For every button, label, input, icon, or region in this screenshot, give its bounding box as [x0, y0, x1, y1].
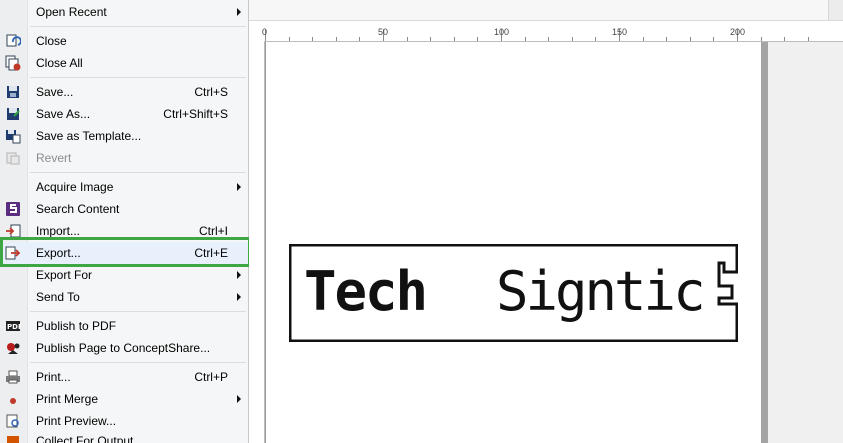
menu-item-label: Save... [36, 85, 74, 99]
submenu-arrow-icon [237, 183, 241, 191]
toolbar-scroll-end[interactable] [828, 0, 843, 20]
menu-item-label: Acquire Image [36, 180, 114, 194]
revert-icon [5, 150, 21, 166]
menu-item-acquire-image[interactable]: Acquire Image [0, 176, 248, 198]
menu-separator [30, 77, 246, 78]
top-toolbar-strip [249, 0, 843, 21]
menu-item-label: Print Merge [36, 392, 99, 406]
menu-item-send-to[interactable]: Send To [0, 286, 248, 308]
ruler-minor-tick [548, 37, 549, 41]
ruler-label: 50 [378, 27, 389, 37]
ruler-minor-tick [784, 37, 785, 41]
ruler-minor-tick [595, 37, 596, 41]
menu-item-shortcut: Ctrl+Shift+S [163, 107, 228, 121]
menu-item-print-preview[interactable]: Print Preview... [0, 410, 248, 432]
menu-item-label: Publish to PDF [36, 319, 117, 333]
ruler-minor-tick [407, 37, 408, 41]
menu-item-label: Send To [36, 290, 80, 304]
submenu-arrow-icon [237, 293, 241, 301]
menu-item-save-as[interactable]: Save As... Ctrl+Shift+S [0, 103, 248, 125]
menu-item-label: Save As... [36, 107, 91, 121]
collect-output-icon [5, 433, 21, 443]
menu-item-label: Publish Page to ConceptShare... [36, 341, 211, 355]
menu-item-label: Save as Template... [36, 129, 142, 143]
menu-item-label: Print Preview... [36, 414, 117, 428]
menu-item-publish-conceptshare[interactable]: Publish Page to ConceptShare... [0, 337, 248, 359]
menu-item-label: Print... [36, 370, 71, 384]
vertical-ruler[interactable] [249, 41, 265, 443]
menu-item-print[interactable]: Print... Ctrl+P [0, 366, 248, 388]
menu-separator [30, 362, 246, 363]
menu-item-export-for[interactable]: Export For [0, 264, 248, 286]
save-as-icon [5, 106, 21, 122]
menu-item-label: Search Content [36, 202, 120, 216]
ruler-label: 100 [494, 27, 510, 37]
search-content-icon [5, 201, 21, 217]
menu-item-label: Revert [36, 151, 72, 165]
ruler-label: 0 [262, 27, 268, 37]
document-page[interactable] [265, 42, 762, 443]
menu-separator [30, 172, 246, 173]
close-document-icon [5, 33, 22, 49]
logo-text-signtic: Signtic [496, 260, 706, 323]
menu-item-close-all[interactable]: Close All [0, 52, 248, 74]
ruler-minor-tick [454, 37, 455, 41]
ruler-minor-tick [525, 37, 526, 41]
menu-item-save[interactable]: Save... Ctrl+S [0, 81, 248, 103]
ruler-minor-tick [572, 37, 573, 41]
ruler-minor-tick [690, 37, 691, 41]
pdf-icon: PDF [5, 318, 23, 334]
printer-icon [5, 369, 21, 385]
horizontal-ruler[interactable] [249, 21, 843, 42]
save-template-icon [5, 128, 21, 144]
ruler-minor-tick [713, 37, 714, 41]
menu-item-search-content[interactable]: Search Content [0, 198, 248, 220]
ruler-minor-tick [336, 37, 337, 41]
submenu-arrow-icon [237, 395, 241, 403]
menu-item-shortcut: Ctrl+P [194, 370, 228, 384]
menu-item-label: Export For [36, 268, 93, 282]
ruler-minor-tick [477, 37, 478, 41]
ruler-label: 150 [612, 27, 628, 37]
svg-text:PDF: PDF [7, 323, 21, 331]
menu-item-collect-for-output[interactable]: Collect For Output... [0, 430, 248, 443]
close-all-icon [5, 55, 21, 71]
menu-item-save-as-template[interactable]: Save as Template... [0, 125, 248, 147]
menu-separator [30, 26, 246, 27]
ruler-label: 200 [730, 27, 746, 37]
menu-item-revert: Revert [0, 147, 248, 169]
print-merge-icon [5, 391, 21, 407]
menu-item-shortcut: Ctrl+S [194, 85, 228, 99]
menu-item-label: Open Recent [36, 5, 107, 19]
menu-item-open-recent[interactable]: Open Recent [0, 1, 248, 23]
file-menu: Open Recent Close Close All Save... Ctrl… [0, 0, 249, 443]
menu-item-print-merge[interactable]: Print Merge [0, 388, 248, 410]
ruler-minor-tick [808, 37, 809, 41]
ruler-minor-tick [761, 37, 762, 41]
export-highlight-outline [0, 237, 251, 267]
page-shadow [761, 42, 768, 443]
menu-item-close[interactable]: Close [0, 30, 248, 52]
ruler-minor-tick [430, 37, 431, 41]
menu-item-label: Collect For Output... [36, 434, 144, 443]
menu-item-publish-pdf[interactable]: PDF Publish to PDF [0, 315, 248, 337]
print-preview-icon [5, 413, 21, 429]
ruler-minor-tick [289, 37, 290, 41]
conceptshare-icon [5, 340, 21, 356]
menu-item-label: Close [36, 34, 67, 48]
menu-item-label: Close All [36, 56, 83, 70]
submenu-arrow-icon [237, 271, 241, 279]
ruler-minor-tick [359, 37, 360, 41]
logo-text-tech: Tech [304, 260, 428, 323]
ruler-minor-tick [666, 37, 667, 41]
save-icon [5, 84, 21, 100]
ruler-minor-tick [643, 37, 644, 41]
ruler-minor-tick [312, 37, 313, 41]
menu-separator [30, 311, 246, 312]
submenu-arrow-icon [237, 8, 241, 16]
